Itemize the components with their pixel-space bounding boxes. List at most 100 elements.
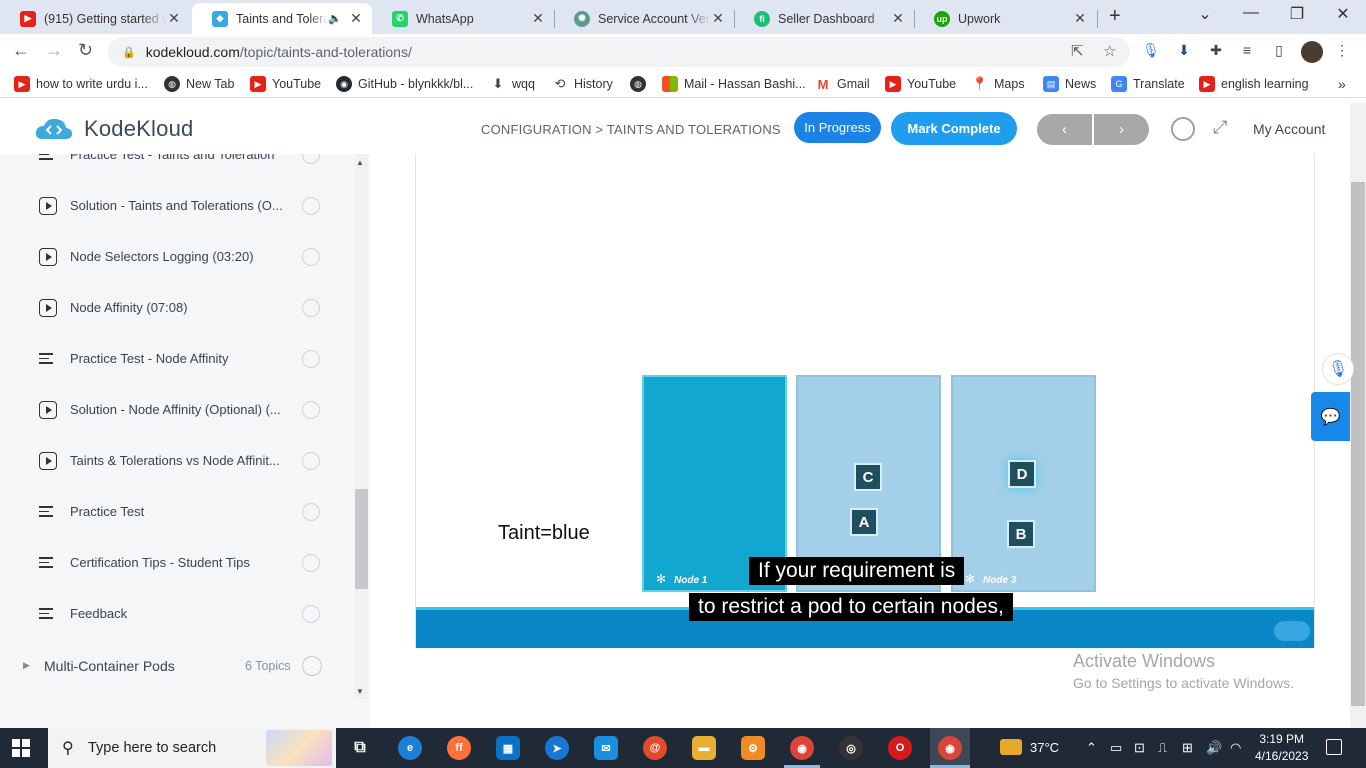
new-tab-plus-icon[interactable]: + — [1109, 5, 1121, 28]
kodekloud-logo[interactable]: KodeKloud — [34, 115, 193, 143]
obs-icon[interactable]: ◎ — [839, 736, 863, 760]
dark-mode-moon-icon[interactable] — [1171, 117, 1195, 141]
lesson-complete-circle[interactable] — [302, 298, 320, 317]
sidebar-scrollbar[interactable] — [355, 154, 368, 699]
scroll-up-arrow-icon[interactable]: ▲ — [356, 158, 364, 167]
bookmark-item[interactable]: ▶ YouTube — [250, 76, 321, 92]
tab-whatsapp[interactable]: ✆ WhatsApp ✕ — [372, 3, 554, 34]
bookmark-item[interactable]: 📍 Maps — [972, 76, 1025, 92]
close-icon[interactable]: ✕ — [1072, 10, 1088, 27]
lesson-complete-circle[interactable] — [302, 247, 320, 266]
task-view-icon[interactable]: ⧉ — [348, 736, 372, 760]
download-extension-icon[interactable]: ⬇ — [1175, 42, 1193, 60]
close-icon[interactable]: ✕ — [710, 10, 726, 27]
bookmark-item[interactable]: G Translate — [1111, 76, 1185, 92]
tab-youtube[interactable]: ▶ (915) Getting started w ✕ — [0, 3, 190, 34]
sidebar-scroll-thumb[interactable] — [355, 489, 368, 589]
lesson-complete-circle[interactable] — [302, 451, 320, 470]
tab-service-account[interactable]: ✺ Service Account Versio ✕ — [554, 3, 734, 34]
telegram-icon[interactable]: ➤ — [545, 736, 569, 760]
battery-icon[interactable]: ▭ — [1110, 740, 1122, 756]
windows-start-icon[interactable] — [12, 739, 30, 757]
section-complete-circle[interactable] — [302, 656, 322, 676]
reload-icon[interactable]: ↻ — [78, 40, 93, 61]
minimize-icon[interactable]: — — [1228, 4, 1274, 22]
lesson-complete-circle[interactable] — [302, 400, 320, 419]
bookmark-item[interactable]: M Gmail — [815, 76, 870, 92]
more-bookmarks-chevron-icon[interactable]: » — [1338, 76, 1346, 92]
tab-upwork[interactable]: up Upwork ✕ — [914, 3, 1096, 34]
voice-input-mic-icon[interactable]: 🎙 — [1322, 353, 1354, 385]
forward-arrow-icon[interactable]: → — [45, 40, 63, 61]
chrome-menu-icon[interactable]: ⋮ — [1333, 42, 1351, 60]
previous-lesson-button[interactable]: ‹ — [1037, 114, 1092, 145]
system-clock[interactable]: 3:19 PM 4/16/2023 — [1255, 731, 1308, 765]
bookmark-item[interactable]: ◍ New Tab — [164, 76, 234, 92]
next-lesson-button[interactable]: › — [1094, 114, 1149, 145]
close-icon[interactable]: ✕ — [530, 10, 546, 27]
sidebar-lesson-item[interactable]: Certification Tips - Student Tips — [0, 537, 340, 588]
extensions-puzzle-icon[interactable]: ✚ — [1207, 42, 1225, 60]
notification-center-icon[interactable] — [1326, 739, 1342, 755]
wifi-icon[interactable]: ◠ — [1230, 740, 1241, 756]
sidebar-lesson-item[interactable]: Practice Test - Node Affinity — [0, 333, 340, 384]
in-progress-button[interactable]: In Progress — [794, 112, 881, 143]
lesson-complete-circle[interactable] — [302, 604, 320, 623]
back-arrow-icon[interactable]: ← — [12, 40, 30, 61]
store-icon[interactable]: ▦ — [496, 736, 520, 760]
lesson-complete-circle[interactable] — [302, 196, 320, 215]
expand-triangle-icon[interactable]: ▶ — [23, 660, 30, 671]
bookmark-item[interactable]: ◉ GitHub - blynkkk/bl... — [336, 76, 473, 92]
taskbar-search-box[interactable]: ⚲ Type here to search — [48, 728, 336, 768]
tab-seller-dashboard[interactable]: fi Seller Dashboard ✕ — [734, 3, 914, 34]
chrome-active-icon[interactable]: ◉ — [938, 736, 962, 760]
sidebar-lesson-item[interactable]: Node Selectors Logging (03:20) — [0, 231, 340, 282]
close-icon[interactable]: ✕ — [348, 10, 364, 27]
scroll-down-arrow-icon[interactable]: ▼ — [356, 687, 364, 696]
sidebar-lesson-item[interactable]: Practice Test - Taints and Toleration — [0, 154, 340, 180]
media-control-icon[interactable]: ≡ — [1238, 42, 1256, 60]
sidebar-lesson-item[interactable]: Solution - Node Affinity (Optional) (... — [0, 384, 340, 435]
share-icon[interactable]: ⇱ — [1071, 42, 1084, 60]
section-multi-container-pods[interactable]: ▶ Multi-Container Pods 6 Topics — [0, 649, 340, 689]
sidebar-lesson-item[interactable]: Node Affinity (07:08) — [0, 282, 340, 333]
bookmark-item[interactable]: ▶ how to write urdu i... — [14, 76, 148, 92]
video-player[interactable]: Taint=blue ✻ Node 1 C A D B ✻ Node 3 If … — [415, 154, 1315, 648]
firefox-icon[interactable]: ff — [447, 736, 471, 760]
sidebar-lesson-item[interactable]: Practice Test — [0, 486, 340, 537]
sidebar-lesson-item[interactable]: Feedback — [0, 588, 340, 639]
network-device-icon[interactable]: ⊡ — [1134, 740, 1145, 756]
profile-avatar[interactable] — [1301, 41, 1323, 63]
side-panel-icon[interactable]: ▯ — [1270, 42, 1288, 60]
mark-complete-button[interactable]: Mark Complete — [891, 112, 1017, 145]
bookmark-item[interactable]: ◍ — [630, 76, 652, 92]
volume-icon[interactable]: 🔊 — [1206, 740, 1222, 756]
expand-fullscreen-icon[interactable]: ⤢ — [1213, 117, 1227, 138]
close-icon[interactable]: ✕ — [166, 10, 182, 27]
edge-icon[interactable]: e — [398, 736, 422, 760]
sidebar-lesson-item[interactable]: Solution - Taints and Tolerations (O... — [0, 180, 340, 231]
bookmark-star-icon[interactable]: ☆ — [1103, 42, 1116, 60]
lesson-complete-circle[interactable] — [302, 349, 320, 368]
chat-bubble-icon[interactable]: 💬 — [1311, 392, 1350, 441]
tab-taints-and-tolerations[interactable]: ◆ Taints and Tolerati 🔈 ✕ — [192, 3, 372, 34]
speaker-icon[interactable]: 🔈 — [328, 12, 342, 25]
bookmark-item[interactable]: Mail - Hassan Bashi... — [662, 76, 806, 92]
sidebar-lesson-item[interactable]: Taints & Tolerations vs Node Affinit... — [0, 435, 340, 486]
my-account-link[interactable]: My Account — [1253, 121, 1325, 137]
page-scroll-thumb[interactable] — [1351, 182, 1365, 706]
weather-widget[interactable]: 37°C — [1000, 739, 1059, 755]
lock-icon[interactable]: 🔒 — [122, 46, 136, 59]
tray-chevron-up-icon[interactable]: ⌃ — [1086, 740, 1097, 756]
tab-search-chevron-icon[interactable]: ⌄ — [1182, 4, 1228, 24]
lesson-complete-circle[interactable] — [302, 553, 320, 572]
file-explorer-icon[interactable]: ▬ — [692, 736, 716, 760]
bookmark-item[interactable]: ⬇ wqq — [490, 76, 535, 92]
close-icon[interactable]: ✕ — [890, 10, 906, 27]
lesson-complete-circle[interactable] — [302, 502, 320, 521]
restore-icon[interactable]: ❐ — [1274, 4, 1320, 24]
bookmark-item[interactable]: ⟲ History — [552, 76, 613, 92]
chrome-icon[interactable]: ◉ — [790, 736, 814, 760]
app-swirl-icon[interactable]: @ — [643, 736, 667, 760]
bookmark-item[interactable]: ▶ YouTube — [885, 76, 956, 92]
